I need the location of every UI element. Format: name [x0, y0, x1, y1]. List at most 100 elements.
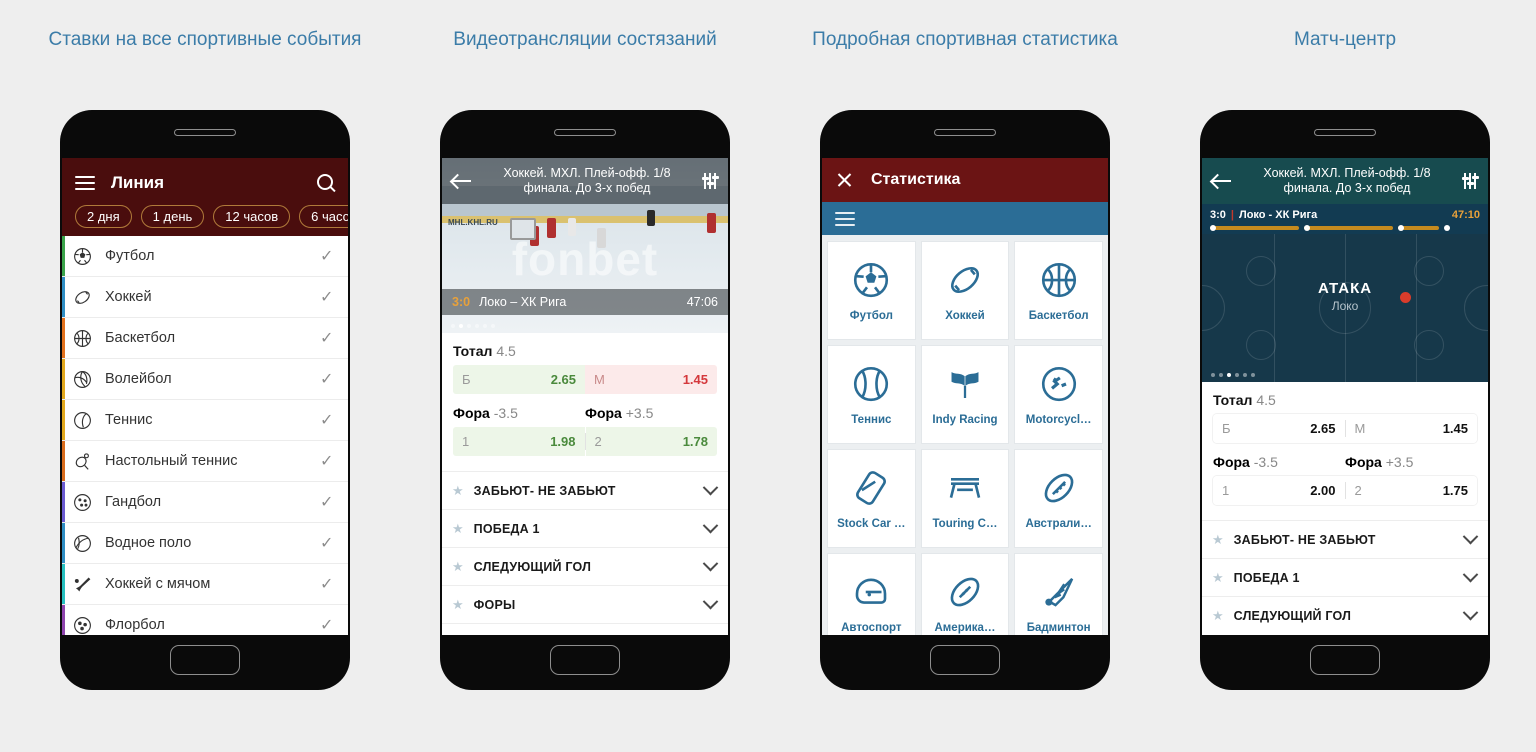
sport-tile[interactable]: Баскетбол [1014, 241, 1103, 340]
check-icon[interactable]: ✓ [320, 574, 336, 594]
home-button[interactable] [170, 645, 240, 675]
chevron-down-icon[interactable] [702, 517, 719, 534]
list-item[interactable]: Теннис ✓ [62, 400, 348, 441]
check-icon[interactable]: ✓ [320, 615, 336, 635]
sport-tile[interactable]: Motorcycl… [1014, 345, 1103, 444]
odd-button[interactable]: М 1.45 [585, 365, 717, 394]
check-icon[interactable]: ✓ [320, 533, 336, 553]
soccer-ball-icon [71, 245, 94, 268]
carousel-dots[interactable] [1211, 373, 1255, 377]
market-row[interactable]: ★ ПОБЕДА 1 [442, 509, 728, 547]
home-button[interactable] [1310, 645, 1380, 675]
star-icon[interactable]: ★ [452, 635, 464, 636]
search-icon[interactable] [317, 174, 335, 192]
tennis-ball-icon [71, 409, 94, 432]
list-item[interactable]: Баскетбол ✓ [62, 318, 348, 359]
sport-tile[interactable]: Хоккей [920, 241, 1010, 340]
odd-button[interactable]: 2 1.75 [1345, 476, 1477, 505]
check-icon[interactable]: ✓ [320, 492, 336, 512]
rink-visualization[interactable]: АТАКА Локо [1202, 234, 1488, 382]
list-item-label: Теннис [105, 412, 153, 428]
sport-tile[interactable]: Indy Racing [920, 345, 1010, 444]
star-icon[interactable]: ★ [452, 559, 464, 575]
chevron-down-icon[interactable] [702, 479, 719, 496]
sport-tile[interactable]: Touring C… [920, 449, 1010, 548]
star-icon[interactable]: ★ [452, 483, 464, 499]
filter-chip[interactable]: 2 дня [75, 205, 132, 228]
video-watermark: fonbet [511, 233, 659, 285]
list-item[interactable]: Хоккей с мячом ✓ [62, 564, 348, 605]
sliders-icon[interactable] [701, 173, 719, 189]
period-segment [1210, 225, 1299, 231]
chevron-down-icon[interactable] [702, 593, 719, 610]
chevron-down-icon[interactable] [702, 555, 719, 572]
sport-tile[interactable]: Бадминтон [1014, 553, 1103, 635]
chevron-down-icon[interactable] [1462, 528, 1479, 545]
sliders-icon[interactable] [1461, 173, 1479, 189]
market-row[interactable]: ★ ФОРЫ [442, 585, 728, 623]
close-icon[interactable] [836, 172, 853, 189]
list-item[interactable]: Флорбол ✓ [62, 605, 348, 635]
home-button[interactable] [550, 645, 620, 675]
star-icon[interactable]: ★ [1212, 570, 1224, 586]
sport-tile[interactable]: Америка… [920, 553, 1010, 635]
odd-button[interactable]: Б 2.65 [453, 365, 585, 394]
sport-color-edge [62, 318, 65, 358]
attack-team: Локо [1331, 299, 1359, 313]
phone-4: Хоккей. МХЛ. Плей-офф. 1/8 финала. До 3-… [1200, 110, 1490, 690]
check-icon[interactable]: ✓ [320, 328, 336, 348]
sport-tile[interactable]: Теннис [827, 345, 916, 444]
back-arrow-icon[interactable] [452, 173, 472, 189]
odd-button[interactable]: 2 1.78 [585, 427, 717, 456]
check-icon[interactable]: ✓ [320, 369, 336, 389]
market-row[interactable]: ★ СЛЕДУЮЩИЙ ГОЛ [1202, 596, 1488, 634]
shuttlecock-icon [1045, 578, 1073, 607]
list-item[interactable]: Настольный теннис ✓ [62, 441, 348, 482]
market-row[interactable]: ★ ТОТАЛЫ [442, 623, 728, 635]
sport-tile[interactable]: Автоспорт [827, 553, 916, 635]
filter-chip[interactable]: 1 день [140, 205, 205, 228]
odd-button[interactable]: 1 1.98 [453, 427, 585, 456]
market-row[interactable]: ★ ЗАБЬЮТ- НЕ ЗАБЬЮТ [1202, 520, 1488, 558]
filter-chip[interactable]: 6 часов [299, 205, 348, 228]
teams-label: Локо - ХК Рига [1238, 209, 1318, 221]
chevron-down-icon[interactable] [702, 631, 719, 635]
sport-tile[interactable]: Stock Car … [827, 449, 916, 548]
odd-value: 1.78 [682, 434, 708, 449]
list-item[interactable]: Водное поло ✓ [62, 523, 348, 564]
check-icon[interactable]: ✓ [320, 451, 336, 471]
odd-button[interactable]: М 1.45 [1345, 414, 1477, 443]
check-icon[interactable]: ✓ [320, 410, 336, 430]
odd-button[interactable]: 1 2.00 [1213, 476, 1345, 505]
market-row[interactable]: ★ ЗАБЬЮТ- НЕ ЗАБЬЮТ [442, 471, 728, 509]
back-arrow-icon[interactable] [1212, 173, 1232, 189]
sport-tile[interactable]: Австрали… [1014, 449, 1103, 548]
total-heading: Тотал 4.5 [453, 343, 717, 359]
odd-button[interactable]: Б 2.65 [1213, 414, 1345, 443]
video-player[interactable]: MHL.KHL.RU fonbet Хоккей. МХЛ. Плей-офф.… [442, 158, 728, 333]
check-icon[interactable]: ✓ [320, 287, 336, 307]
star-icon[interactable]: ★ [1212, 532, 1224, 548]
list-item[interactable]: Волейбол ✓ [62, 359, 348, 400]
chevron-down-icon[interactable] [1462, 604, 1479, 621]
star-icon[interactable]: ★ [452, 597, 464, 613]
faceoff-circle [1246, 330, 1276, 360]
total-odds-row: Б 2.65 М 1.45 [1213, 414, 1477, 443]
list-item[interactable]: Футбол ✓ [62, 236, 348, 277]
list-item[interactable]: Гандбол ✓ [62, 482, 348, 523]
market-row[interactable]: ★ ПОБЕДА 1 [1202, 558, 1488, 596]
star-icon[interactable]: ★ [1212, 608, 1224, 624]
home-button[interactable] [930, 645, 1000, 675]
checkered-flags-icon [951, 372, 979, 398]
carousel-dots[interactable] [451, 324, 495, 328]
sport-tile-label: Австрали… [1025, 518, 1092, 530]
market-row[interactable]: ★ СЛЕДУЮЩИЙ ГОЛ [442, 547, 728, 585]
hamburger-icon[interactable] [75, 176, 95, 190]
chevron-down-icon[interactable] [1462, 566, 1479, 583]
sport-tile[interactable]: Футбол [827, 241, 916, 340]
hamburger-icon[interactable] [835, 211, 855, 226]
filter-chip[interactable]: 12 часов [213, 205, 291, 228]
check-icon[interactable]: ✓ [320, 246, 336, 266]
list-item[interactable]: Хоккей ✓ [62, 277, 348, 318]
star-icon[interactable]: ★ [452, 521, 464, 537]
